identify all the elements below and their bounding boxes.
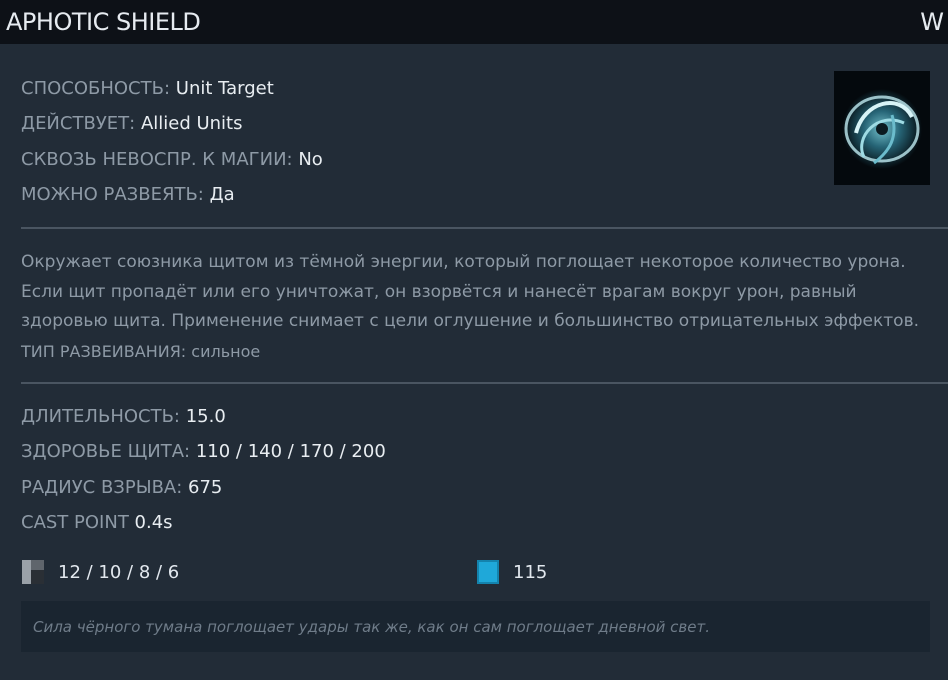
attribute-value: Allied Units	[140, 113, 243, 134]
stat-key: РАДИУС ВЗРЫВА:	[21, 477, 189, 498]
dispel-value: сильное	[191, 342, 261, 361]
stat-key: CAST POINT	[21, 512, 135, 533]
stat-value: 15.0	[185, 406, 226, 427]
lore-box: Сила чёрного тумана поглощает удары так …	[21, 601, 930, 652]
stat-key: ЗДОРОВЬЕ ЩИТА:	[21, 441, 196, 462]
attribute-key: МОЖНО РАЗВЕЯТЬ:	[21, 184, 210, 205]
attribute-pierces-immunity: СКВОЗЬ НЕВОСПР. К МАГИИ: No	[21, 149, 323, 170]
manacost-value: 115	[513, 561, 548, 583]
cooldown: 12 / 10 / 8 / 6	[22, 560, 179, 584]
hotkey-label: W	[920, 8, 944, 36]
section-divider	[21, 227, 948, 229]
dispel-type: ТИП РАЗВЕИВАНИЯ: сильное	[21, 342, 260, 361]
cooldown-icon	[22, 560, 44, 584]
attribute-behavior: СПОСОБНОСТЬ: Unit Target	[21, 78, 274, 99]
aphotic-shield-icon	[834, 71, 930, 185]
stat-duration: ДЛИТЕЛЬНОСТЬ: 15.0	[21, 406, 226, 427]
stat-value: 675	[188, 477, 223, 498]
attribute-key: СПОСОБНОСТЬ:	[21, 78, 176, 99]
ability-title: APHOTIC SHIELD	[6, 8, 201, 36]
attribute-value: No	[298, 149, 323, 170]
attribute-key: СКВОЗЬ НЕВОСПР. К МАГИИ:	[21, 149, 299, 170]
stat-shield-health: ЗДОРОВЬЕ ЩИТА: 110 / 140 / 170 / 200	[21, 441, 386, 462]
dispel-key: ТИП РАЗВЕИВАНИЯ:	[21, 342, 192, 361]
manacost: 115	[477, 560, 547, 584]
stat-key: ДЛИТЕЛЬНОСТЬ:	[21, 406, 186, 427]
attribute-dispellable: МОЖНО РАЗВЕЯТЬ: Да	[21, 184, 235, 205]
cooldown-value: 12 / 10 / 8 / 6	[58, 561, 180, 583]
ability-header: APHOTIC SHIELD W	[0, 0, 948, 44]
stat-explosion-radius: РАДИУС ВЗРЫВА: 675	[21, 477, 222, 498]
stat-cast-point: CAST POINT 0.4s	[21, 512, 173, 533]
stat-value: 110 / 140 / 170 / 200	[195, 441, 386, 462]
attribute-value: Да	[209, 184, 235, 205]
ability-tooltip-body: СПОСОБНОСТЬ: Unit Target ДЕЙСТВУЕТ: Alli…	[0, 44, 948, 680]
attribute-affects: ДЕЙСТВУЕТ: Allied Units	[21, 113, 243, 134]
attribute-value: Unit Target	[175, 78, 274, 99]
attribute-key: ДЕЙСТВУЕТ:	[21, 113, 141, 134]
ability-description: Окружает союзника щитом из тёмной энерги…	[21, 252, 919, 331]
section-divider	[21, 382, 948, 384]
stat-value: 0.4s	[134, 512, 173, 533]
lore-text: Сила чёрного тумана поглощает удары так …	[33, 617, 710, 636]
mana-icon	[477, 560, 499, 584]
